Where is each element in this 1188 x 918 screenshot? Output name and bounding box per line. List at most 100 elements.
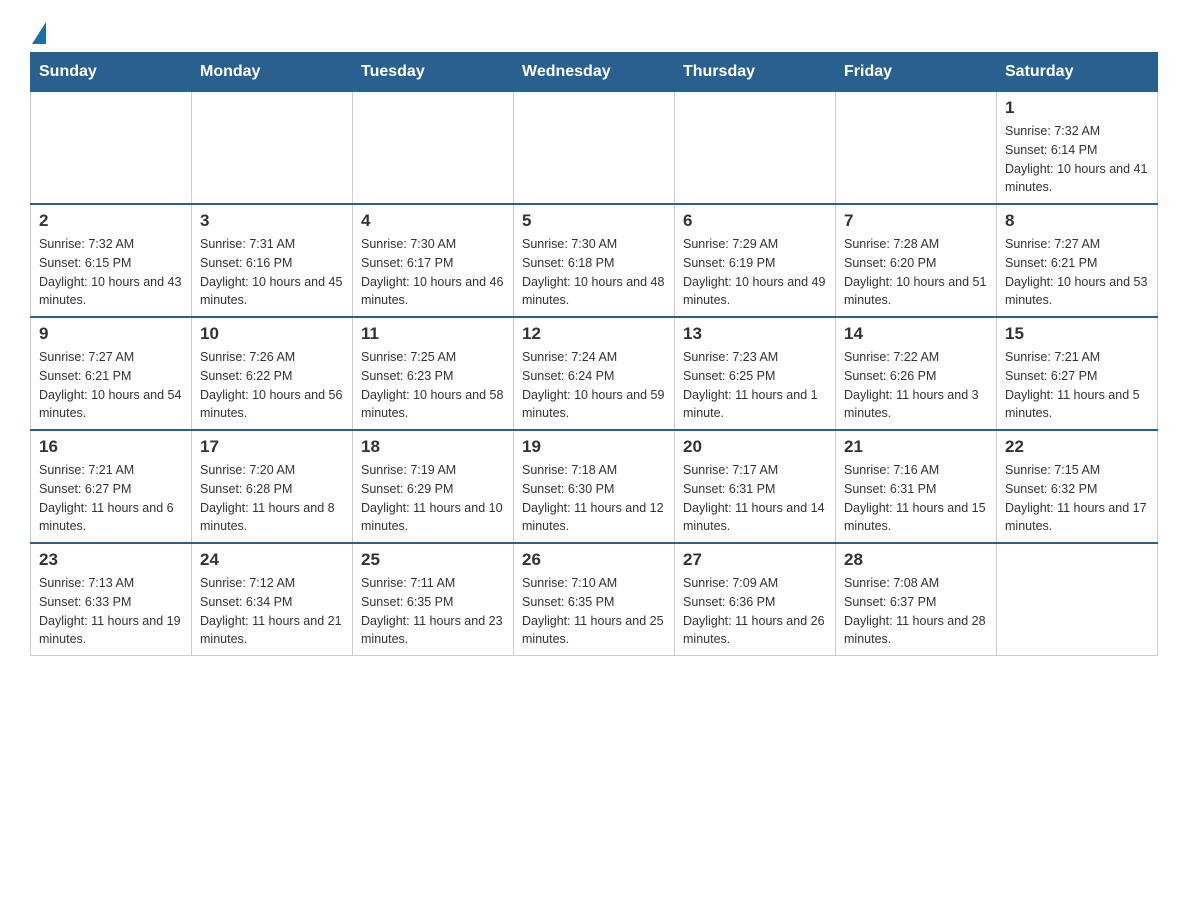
day-info-text: Sunset: 6:16 PM: [200, 254, 344, 273]
day-of-week-header: Saturday: [997, 53, 1158, 92]
day-info-text: Sunset: 6:27 PM: [39, 480, 183, 499]
calendar-cell: [836, 92, 997, 205]
day-info-text: Sunset: 6:34 PM: [200, 593, 344, 612]
calendar-cell: 24 Sunrise: 7:12 AMSunset: 6:34 PMDayligh…: [192, 543, 353, 656]
day-number: 13: [683, 324, 827, 344]
day-info-text: Sunrise: 7:23 AM: [683, 348, 827, 367]
day-number: 11: [361, 324, 505, 344]
day-info-text: Sunset: 6:31 PM: [844, 480, 988, 499]
day-number: 17: [200, 437, 344, 457]
calendar-cell: [31, 92, 192, 205]
day-of-week-header: Friday: [836, 53, 997, 92]
day-number: 27: [683, 550, 827, 570]
day-info-text: Sunrise: 7:08 AM: [844, 574, 988, 593]
day-info-text: Sunrise: 7:09 AM: [683, 574, 827, 593]
calendar-cell: 7Sunrise: 7:28 AMSunset: 6:20 PMDaylight…: [836, 204, 997, 317]
day-info-text: Sunrise: 7:22 AM: [844, 348, 988, 367]
day-info-text: Sunset: 6:26 PM: [844, 367, 988, 386]
day-info-text: Daylight: 10 hours and 51 minutes.: [844, 273, 988, 311]
calendar-cell: 22Sunrise: 7:15 AMSunset: 6:32 PMDayligh…: [997, 430, 1158, 543]
calendar-cell: 25 Sunrise: 7:11 AMSunset: 6:35 PMDayligh…: [353, 543, 514, 656]
calendar-cell: 20Sunrise: 7:17 AMSunset: 6:31 PMDayligh…: [675, 430, 836, 543]
day-info-text: Sunrise: 7:30 AM: [522, 235, 666, 254]
day-number: 7: [844, 211, 988, 231]
calendar-cell: 28 Sunrise: 7:08 AMSunset: 6:37 PMDayligh…: [836, 543, 997, 656]
day-info-text: Sunset: 6:19 PM: [683, 254, 827, 273]
day-number: 10: [200, 324, 344, 344]
day-info-text: Daylight: 10 hours and 56 minutes.: [200, 386, 344, 424]
calendar-cell: 12Sunrise: 7:24 AMSunset: 6:24 PMDayligh…: [514, 317, 675, 430]
calendar-cell: 9 Sunrise: 7:27 AMSunset: 6:21 PMDaylight…: [31, 317, 192, 430]
day-info-text: Sunrise: 7:27 AM: [39, 348, 183, 367]
day-info-text: Sunset: 6:37 PM: [844, 593, 988, 612]
day-info-text: Sunset: 6:21 PM: [39, 367, 183, 386]
day-of-week-header: Sunday: [31, 53, 192, 92]
day-of-week-header: Monday: [192, 53, 353, 92]
calendar-cell: 1Sunrise: 7:32 AMSunset: 6:14 PMDaylight…: [997, 92, 1158, 205]
calendar-cell: 11Sunrise: 7:25 AMSunset: 6:23 PMDayligh…: [353, 317, 514, 430]
day-number: 4: [361, 211, 505, 231]
calendar-cell: 5Sunrise: 7:30 AMSunset: 6:18 PMDaylight…: [514, 204, 675, 317]
day-number: 24: [200, 550, 344, 570]
day-info-text: Daylight: 11 hours and 10 minutes.: [361, 499, 505, 537]
day-info-text: Sunset: 6:17 PM: [361, 254, 505, 273]
day-info-text: Daylight: 11 hours and 19 minutes.: [39, 612, 183, 650]
day-info-text: Sunset: 6:30 PM: [522, 480, 666, 499]
day-info-text: Sunset: 6:36 PM: [683, 593, 827, 612]
calendar-cell: 6Sunrise: 7:29 AMSunset: 6:19 PMDaylight…: [675, 204, 836, 317]
calendar-week-row: 2Sunrise: 7:32 AMSunset: 6:15 PMDaylight…: [31, 204, 1158, 317]
day-info-text: Sunrise: 7:24 AM: [522, 348, 666, 367]
day-info-text: Sunset: 6:32 PM: [1005, 480, 1149, 499]
day-info-text: Sunset: 6:25 PM: [683, 367, 827, 386]
logo: [30, 20, 46, 42]
day-info-text: Daylight: 10 hours and 48 minutes.: [522, 273, 666, 311]
calendar-cell: 4Sunrise: 7:30 AMSunset: 6:17 PMDaylight…: [353, 204, 514, 317]
calendar-cell: 16Sunrise: 7:21 AMSunset: 6:27 PMDayligh…: [31, 430, 192, 543]
day-info-text: Sunset: 6:22 PM: [200, 367, 344, 386]
day-number: 28: [844, 550, 988, 570]
day-info-text: Sunset: 6:35 PM: [361, 593, 505, 612]
day-info-text: Sunset: 6:15 PM: [39, 254, 183, 273]
day-info-text: Sunrise: 7:17 AM: [683, 461, 827, 480]
day-info-text: Daylight: 11 hours and 21 minutes.: [200, 612, 344, 650]
calendar-table: SundayMondayTuesdayWednesdayThursdayFrid…: [30, 52, 1158, 656]
day-info-text: Daylight: 10 hours and 46 minutes.: [361, 273, 505, 311]
day-info-text: Sunrise: 7:11 AM: [361, 574, 505, 593]
day-info-text: Daylight: 10 hours and 49 minutes.: [683, 273, 827, 311]
day-of-week-header: Tuesday: [353, 53, 514, 92]
day-number: 15: [1005, 324, 1149, 344]
day-info-text: Daylight: 11 hours and 17 minutes.: [1005, 499, 1149, 537]
day-info-text: Daylight: 10 hours and 45 minutes.: [200, 273, 344, 311]
day-info-text: Daylight: 11 hours and 23 minutes.: [361, 612, 505, 650]
calendar-cell: [514, 92, 675, 205]
calendar-cell: 13Sunrise: 7:23 AMSunset: 6:25 PMDayligh…: [675, 317, 836, 430]
day-info-text: Sunrise: 7:32 AM: [1005, 122, 1149, 141]
calendar-cell: 23Sunrise: 7:13 AMSunset: 6:33 PMDayligh…: [31, 543, 192, 656]
day-info-text: Daylight: 11 hours and 28 minutes.: [844, 612, 988, 650]
day-number: 25: [361, 550, 505, 570]
day-info-text: Sunrise: 7:19 AM: [361, 461, 505, 480]
day-info-text: Daylight: 10 hours and 54 minutes.: [39, 386, 183, 424]
day-number: 22: [1005, 437, 1149, 457]
day-number: 18: [361, 437, 505, 457]
day-info-text: Sunset: 6:24 PM: [522, 367, 666, 386]
logo-triangle-icon: [32, 22, 46, 44]
day-info-text: Sunrise: 7:18 AM: [522, 461, 666, 480]
day-info-text: Daylight: 11 hours and 14 minutes.: [683, 499, 827, 537]
day-number: 9: [39, 324, 183, 344]
calendar-cell: 3Sunrise: 7:31 AMSunset: 6:16 PMDaylight…: [192, 204, 353, 317]
day-info-text: Daylight: 11 hours and 8 minutes.: [200, 499, 344, 537]
day-info-text: Sunset: 6:21 PM: [1005, 254, 1149, 273]
day-info-text: Daylight: 11 hours and 5 minutes.: [1005, 386, 1149, 424]
calendar-cell: 17Sunrise: 7:20 AMSunset: 6:28 PMDayligh…: [192, 430, 353, 543]
day-info-text: Sunrise: 7:31 AM: [200, 235, 344, 254]
day-info-text: Daylight: 10 hours and 53 minutes.: [1005, 273, 1149, 311]
day-info-text: Daylight: 11 hours and 26 minutes.: [683, 612, 827, 650]
day-info-text: Sunset: 6:27 PM: [1005, 367, 1149, 386]
calendar-cell: 15Sunrise: 7:21 AMSunset: 6:27 PMDayligh…: [997, 317, 1158, 430]
day-info-text: Sunset: 6:18 PM: [522, 254, 666, 273]
day-info-text: Sunrise: 7:10 AM: [522, 574, 666, 593]
day-info-text: Daylight: 11 hours and 6 minutes.: [39, 499, 183, 537]
day-info-text: Sunrise: 7:12 AM: [200, 574, 344, 593]
day-of-week-header: Thursday: [675, 53, 836, 92]
